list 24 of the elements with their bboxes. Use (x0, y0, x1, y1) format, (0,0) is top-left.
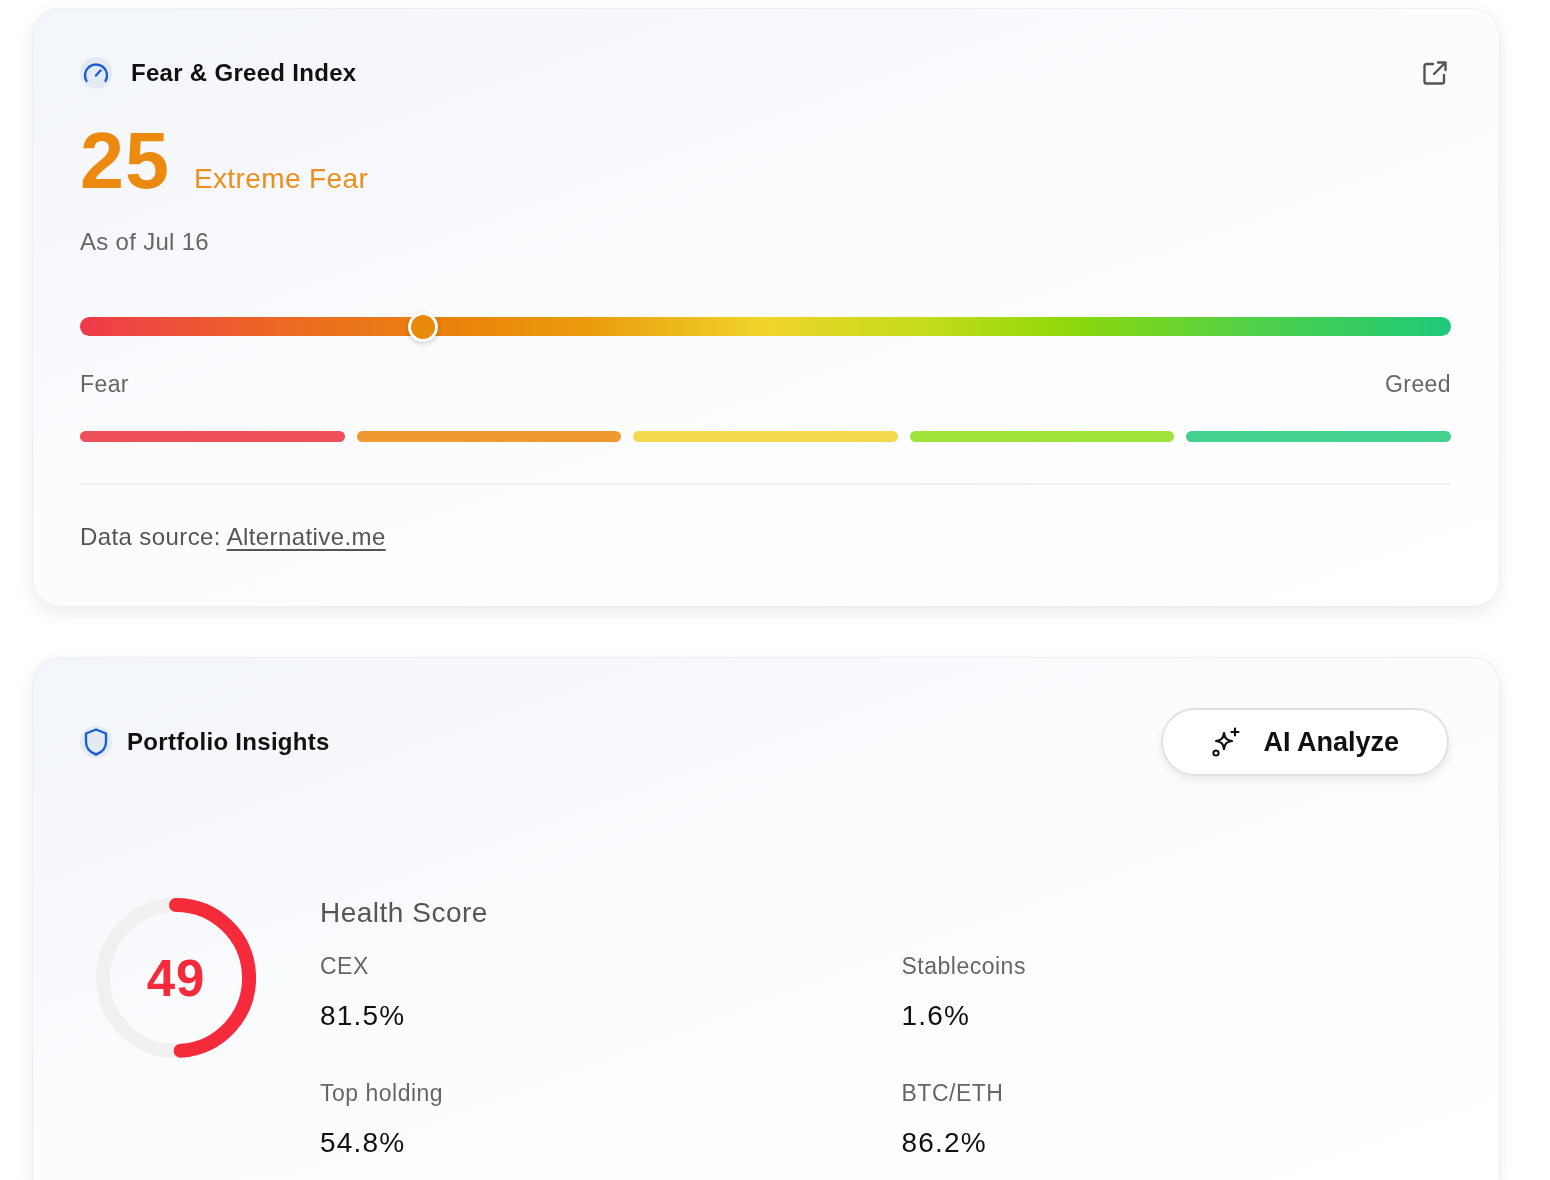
metric-label: CEX (320, 953, 369, 979)
index-value: 25 (80, 125, 170, 197)
external-link-icon[interactable] (1421, 59, 1449, 87)
sentiment-label: Extreme Fear (193, 163, 369, 195)
as-of-date: As of Jul 16 (80, 229, 209, 255)
source-link[interactable]: Alternative.me (226, 523, 386, 550)
metric-label: Top holding (320, 1080, 444, 1106)
scale-max-label: Greed (1385, 371, 1451, 397)
gauge-icon (80, 57, 112, 89)
card-title: Fear & Greed Index (131, 58, 357, 88)
data-source-text: Data source: Alternative.me (80, 524, 386, 550)
metric-value: 81.5% (320, 1001, 406, 1031)
metric-value: 54.8% (320, 1128, 406, 1158)
ai-analyze-button[interactable]: AI Analyze (1161, 708, 1449, 776)
scale-min-label: Fear (80, 371, 129, 397)
metric-value: 86.2% (901, 1128, 987, 1158)
metric-value: 1.6% (901, 1001, 971, 1031)
health-score-title: Health Score (320, 897, 488, 929)
metric-label: BTC/ETH (901, 1080, 1004, 1106)
shield-icon (80, 726, 112, 758)
metric-label: Stablecoins (901, 953, 1026, 979)
card-title: Portfolio Insights (127, 727, 330, 757)
sparkle-icon (1211, 727, 1242, 757)
health-score-value: 49 (146, 952, 206, 1004)
